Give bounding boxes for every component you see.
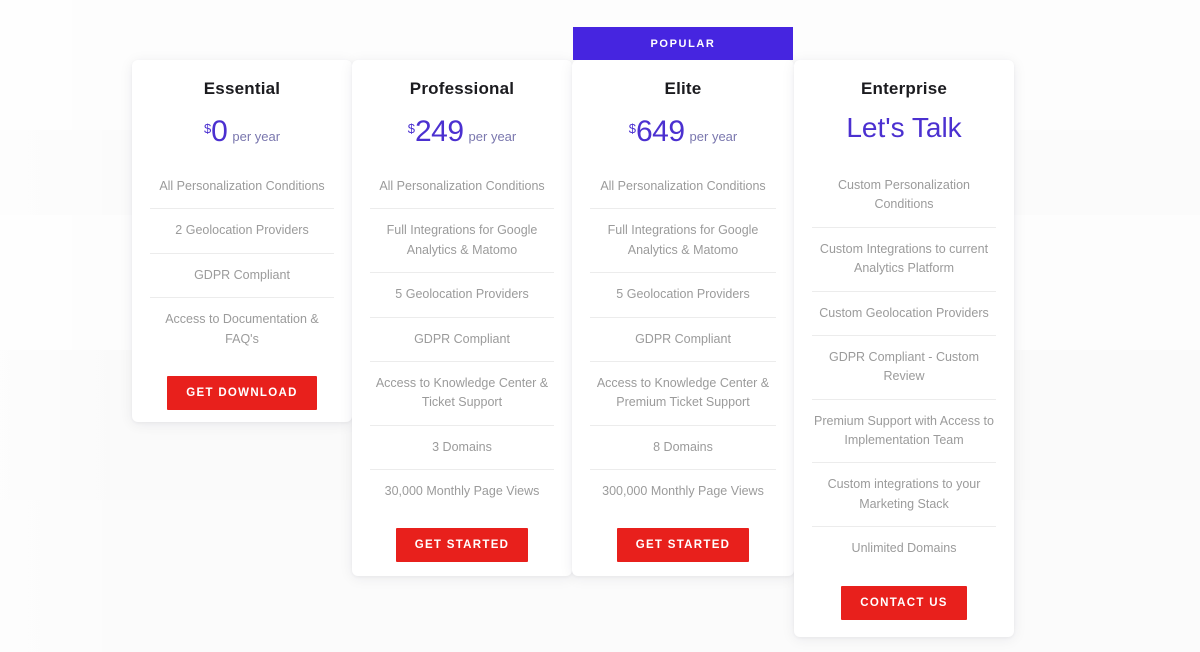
plan-name: Essential <box>203 79 281 98</box>
feature-item: Access to Knowledge Center & Ticket Supp… <box>370 362 554 426</box>
feature-list: All Personalization Conditions Full Inte… <box>370 165 554 513</box>
get-started-button[interactable]: GET STARTED <box>616 528 750 563</box>
price-currency-symbol: $ <box>407 120 415 136</box>
feature-item: Premium Support with Access to Implement… <box>812 400 996 464</box>
feature-item: Access to Knowledge Center & Premium Tic… <box>590 362 776 426</box>
feature-item: 5 Geolocation Providers <box>370 273 554 318</box>
plan-price-text: Let's Talk <box>846 112 962 143</box>
feature-item: Custom Integrations to current Analytics… <box>812 228 996 292</box>
feature-item: 8 Domains <box>590 426 776 470</box>
pricing-card-elite: Elite $649 per year All Personalization C… <box>572 60 794 576</box>
feature-item: All Personalization Conditions <box>370 165 554 210</box>
plan-price: $649 per year <box>590 101 776 165</box>
price-amount: 0 <box>211 115 228 148</box>
pricing-table: POPULAR Essential $0 per year All Persona… <box>0 0 1200 652</box>
feature-item: All Personalization Conditions <box>150 165 334 210</box>
plan-price: $249 per year <box>370 101 554 165</box>
contact-us-button[interactable]: CONTACT US <box>841 585 967 620</box>
price-amount: 649 <box>635 115 685 148</box>
pricing-card-professional: Professional $249 per year All Personaliz… <box>352 60 572 576</box>
feature-list: Custom Personalization Conditions Custom… <box>812 164 996 571</box>
feature-item: Full Integrations for Google Analytics &… <box>590 209 776 274</box>
plan-price: $0 per year <box>150 101 334 165</box>
pricing-card-enterprise: Enterprise Let's Talk Custom Personaliza… <box>794 60 1014 637</box>
price-amount: 249 <box>414 115 464 148</box>
pricing-card-essential: Essential $0 per year All Personalization… <box>132 60 352 422</box>
plan-name: Elite <box>664 79 702 98</box>
feature-item: 5 Geolocation Providers <box>590 273 776 318</box>
price-period: per year <box>689 129 738 144</box>
feature-item: Custom Personalization Conditions <box>812 164 996 228</box>
feature-item: Access to Documentation & FAQ's <box>165 312 319 346</box>
feature-list: All Personalization Conditions 2 Geoloca… <box>150 165 334 361</box>
feature-item: 30,000 Monthly Page Views <box>384 484 540 498</box>
feature-item: GDPR Compliant - Custom Review <box>812 336 996 400</box>
price-currency-symbol: $ <box>628 120 636 136</box>
plan-name: Professional <box>409 79 515 98</box>
get-started-button[interactable]: GET STARTED <box>395 528 529 563</box>
price-currency-symbol: $ <box>203 120 212 136</box>
plan-name: Enterprise <box>860 79 948 98</box>
get-download-button[interactable]: GET DOWNLOAD <box>167 375 317 410</box>
popular-badge: POPULAR <box>573 27 793 60</box>
feature-item: All Personalization Conditions <box>590 165 776 210</box>
feature-item: Custom Geolocation Providers <box>812 292 996 336</box>
feature-list: All Personalization Conditions Full Inte… <box>590 165 776 513</box>
feature-item: 3 Domains <box>370 426 554 470</box>
price-period: per year <box>468 129 517 144</box>
feature-item: GDPR Compliant <box>150 254 334 299</box>
feature-item: Unlimited Domains <box>851 541 957 556</box>
feature-item: 2 Geolocation Providers <box>150 209 334 254</box>
price-period: per year <box>232 129 281 144</box>
feature-item: GDPR Compliant <box>370 318 554 362</box>
feature-item: Full Integrations for Google Analytics &… <box>370 209 554 274</box>
feature-item: GDPR Compliant <box>590 318 776 362</box>
feature-item: Custom integrations to your Marketing St… <box>812 463 996 528</box>
feature-item: 300,000 Monthly Page Views <box>602 484 764 498</box>
